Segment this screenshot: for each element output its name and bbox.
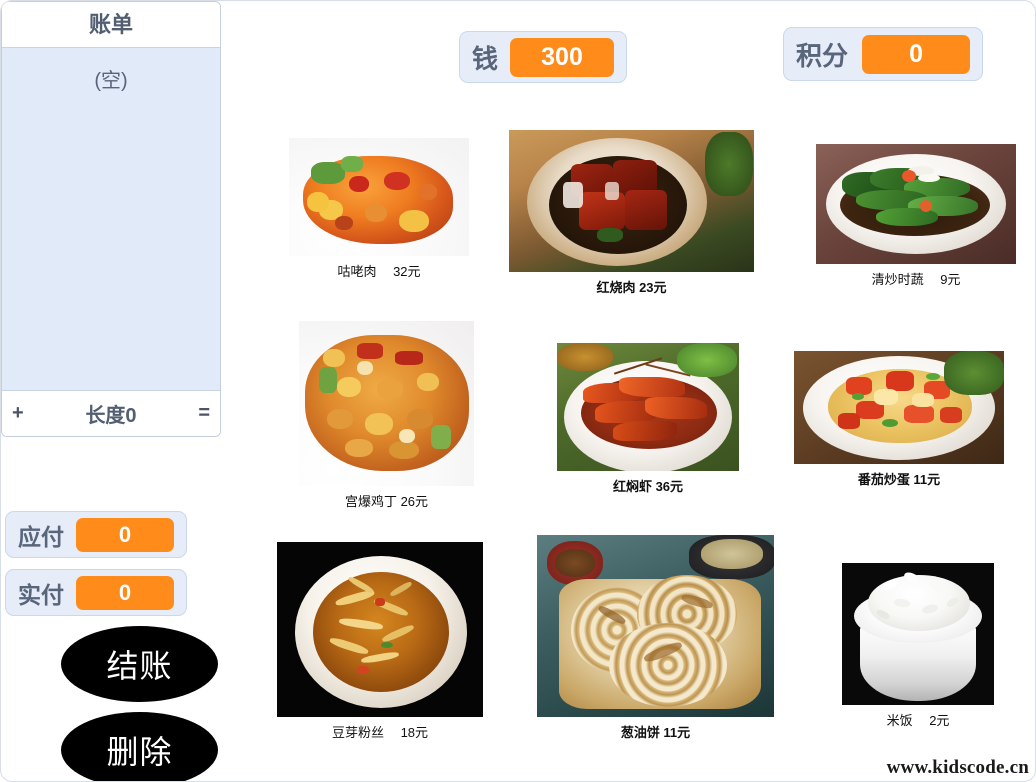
money-monitor-label: 钱 [472,43,499,74]
mifan-image[interactable] [842,563,994,705]
scratch-stage: 账单 (空) + 长度0 = 钱 300 积分 0 应付 0 实付 0 结账 删… [0,0,1036,782]
gulaorou-image[interactable] [289,138,469,256]
menu-item-douyafensi[interactable]: 豆芽粉丝 18元 [277,542,483,741]
menu-item-hongshaorou[interactable]: 红烧肉 23元 [509,130,754,296]
fanqiechaodan-label: 番茄炒蛋 11元 [857,472,941,487]
menu-item-gongbaojiding[interactable]: 宫爆鸡丁 26元 [299,321,474,510]
menu-item-mifan[interactable]: 米饭 2元 [842,563,994,729]
amount-due-value: 0 [76,517,174,552]
bill-list-empty-text: (空) [94,70,128,92]
menu-item-gulaorou[interactable]: 咕咾肉 32元 [289,138,469,280]
hongmenxia-label: 红焖虾 36元 [612,479,684,494]
bill-list-monitor[interactable]: 账单 (空) + 长度0 = [1,1,221,437]
bill-list-length: 长度0 [85,405,137,427]
amount-due-monitor[interactable]: 应付 0 [5,511,187,558]
gongbaojiding-image[interactable] [299,321,474,486]
qingchaoshishu-image[interactable] [816,144,1016,264]
fanqiechaodan-image[interactable] [794,351,1004,464]
points-monitor-label: 积分 [796,40,849,71]
gulaorou-label: 咕咾肉 32元 [337,264,421,279]
hongshaorou-image[interactable] [509,130,754,272]
douyafensi-label: 豆芽粉丝 18元 [331,725,429,740]
amount-paid-value: 0 [76,575,174,610]
congyoubing-image[interactable] [537,535,774,717]
bill-list-footer: + 长度0 = [2,390,220,436]
site-watermark: www.kidscode.cn [886,757,1029,778]
qingchaoshishu-label: 清炒时蔬 9元 [871,272,961,287]
delete-button-label: 删除 [106,734,173,770]
menu-item-qingchaoshishu[interactable]: 清炒时蔬 9元 [816,144,1016,288]
amount-due-label: 应付 [18,523,64,550]
hongmenxia-image[interactable] [557,343,739,471]
resize-handle-icon[interactable]: = [198,402,210,425]
checkout-button[interactable]: 结账 [61,626,218,702]
money-monitor-value: 300 [510,37,615,77]
money-monitor[interactable]: 钱 300 [459,31,628,83]
bill-list-title: 账单 [2,2,220,48]
menu-item-hongmenxia[interactable]: 红焖虾 36元 [557,343,739,495]
points-monitor[interactable]: 积分 0 [783,27,984,81]
mifan-label: 米饭 2元 [886,713,950,728]
menu-item-congyoubing[interactable]: 葱油饼 11元 [537,535,774,741]
points-monitor-value: 0 [862,34,971,74]
gongbaojiding-label: 宫爆鸡丁 26元 [344,494,429,509]
bill-list-body[interactable]: (空) [2,48,220,390]
congyoubing-label: 葱油饼 11元 [620,725,691,740]
menu-item-fanqiechaodan[interactable]: 番茄炒蛋 11元 [794,351,1004,488]
amount-paid-label: 实付 [18,581,64,608]
amount-paid-monitor[interactable]: 实付 0 [5,569,187,616]
hongshaorou-label: 红烧肉 23元 [596,280,667,295]
douyafensi-image[interactable] [277,542,483,717]
checkout-button-label: 结账 [106,648,173,684]
add-item-button[interactable]: + [12,402,24,425]
delete-button[interactable]: 删除 [61,712,218,781]
